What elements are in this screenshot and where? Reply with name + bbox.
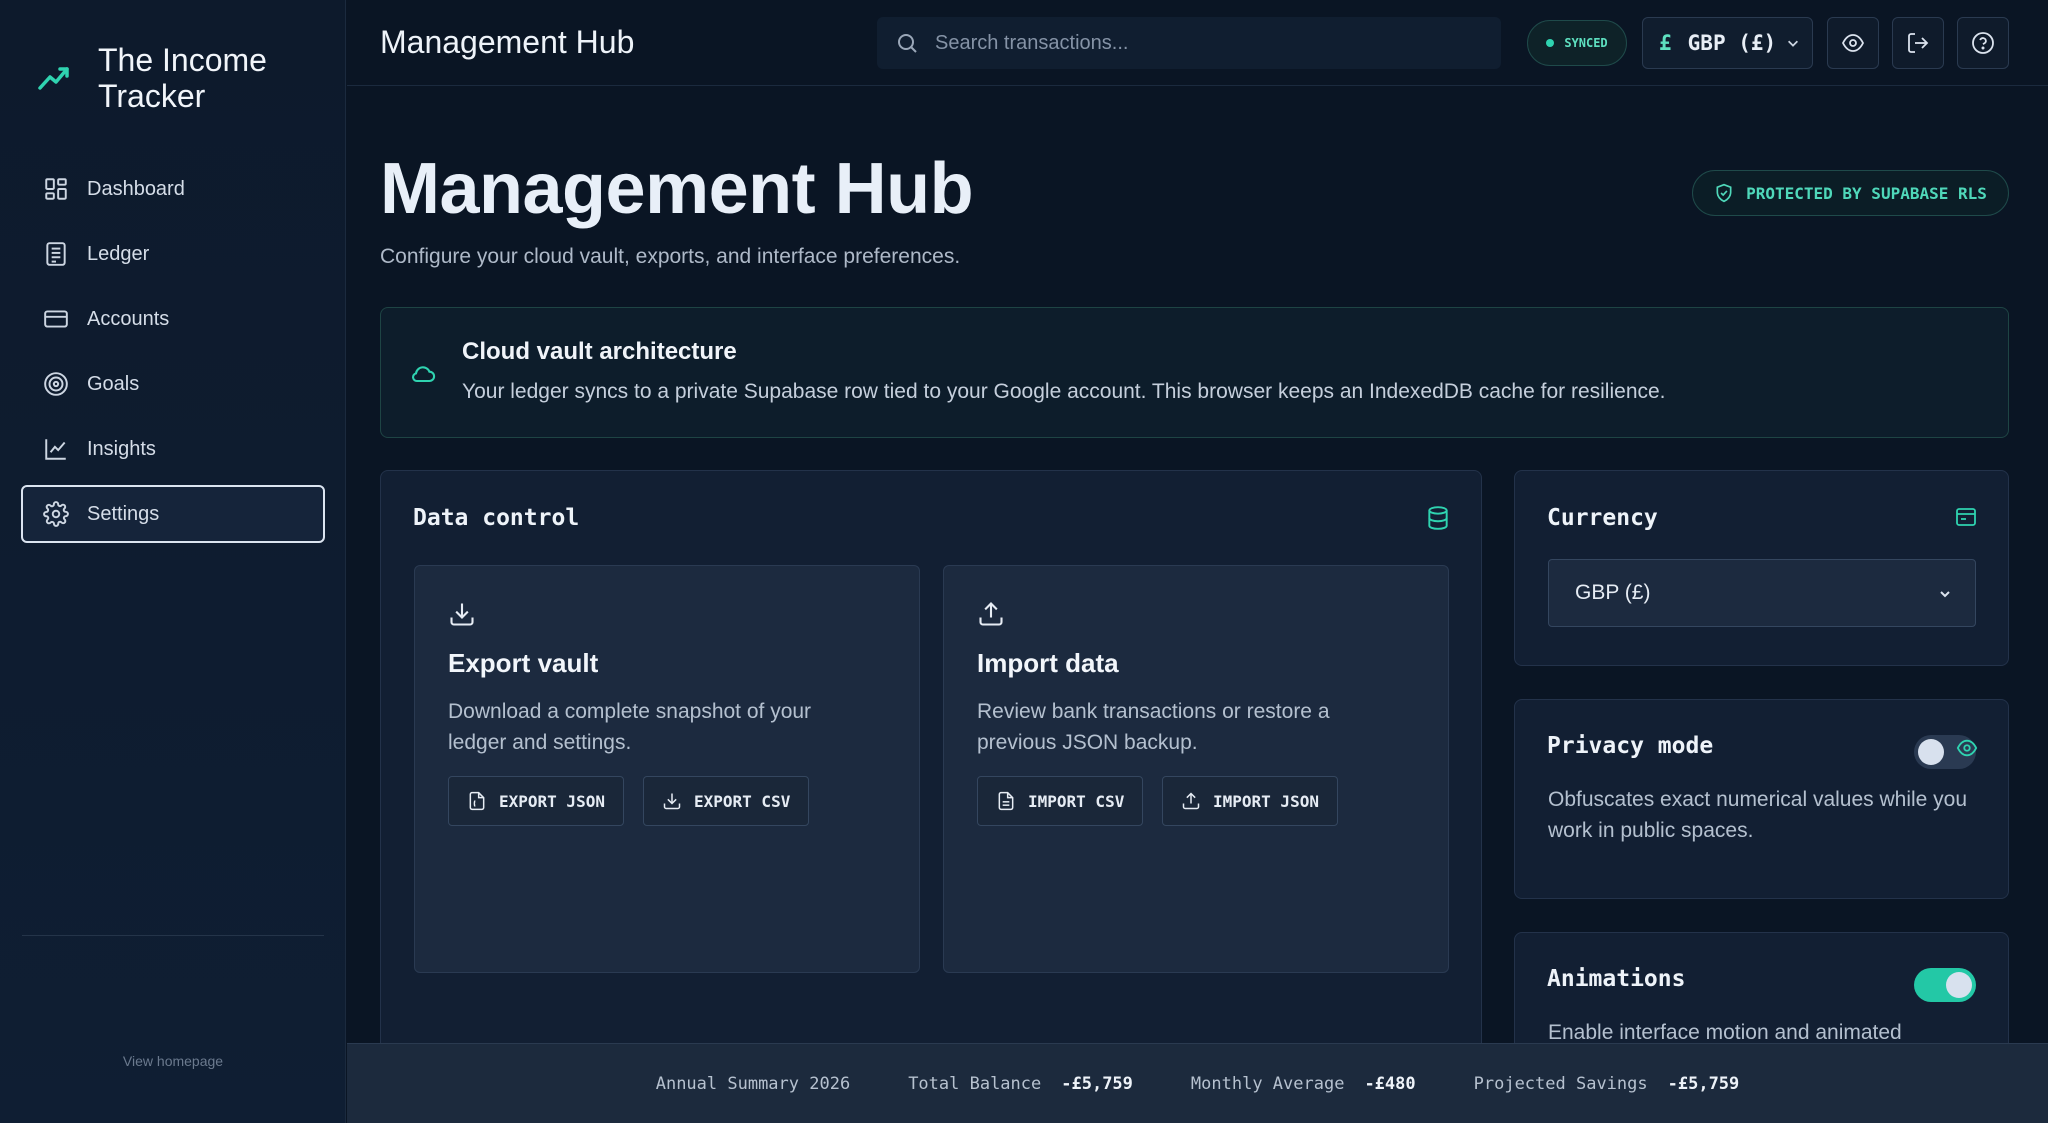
sidebar-item-insights[interactable]: Insights	[21, 420, 325, 478]
sidebar-item-label: Insights	[87, 437, 156, 460]
sidebar: The Income Tracker Dashboard Ledger Acco…	[0, 0, 346, 1123]
download-icon	[450, 603, 474, 626]
monthly-average-label: Monthly Average	[1190, 1073, 1345, 1094]
file-text-icon	[998, 791, 1014, 811]
export-csv-button[interactable]: EXPORT CSV	[643, 776, 810, 826]
import-json-button[interactable]: IMPORT JSON	[1162, 776, 1338, 826]
sidebar-item-settings[interactable]: Settings	[21, 485, 325, 543]
search-input[interactable]	[935, 31, 1455, 55]
toggle-knob	[1918, 739, 1944, 765]
logout-button[interactable]	[1892, 17, 1944, 69]
page-title: Management Hub	[380, 149, 974, 229]
currency-panel-title: Currency	[1547, 505, 1658, 531]
ledger-icon	[46, 242, 66, 266]
help-button[interactable]	[1957, 17, 2009, 69]
target-icon	[44, 372, 68, 396]
cloud-vault-notice: Cloud vault architecture Your ledger syn…	[380, 307, 2009, 438]
annual-summary-bar: Annual Summary 2026 Total Balance -£5,75…	[347, 1043, 2048, 1123]
search-icon	[898, 34, 917, 53]
sidebar-item-label: Ledger	[87, 242, 150, 265]
shield-check-icon	[1716, 183, 1732, 203]
export-vault-title: Export vault	[448, 648, 599, 678]
export-vault-description: Download a complete snapshot of your led…	[448, 700, 812, 754]
privacy-mode-description: Obfuscates exact numerical values while …	[1548, 788, 1968, 842]
currency-select[interactable]: GBP (£)	[1548, 559, 1976, 627]
sidebar-item-accounts[interactable]: Accounts	[21, 290, 325, 348]
privacy-mode-panel: Privacy mode Obfuscates exact numerical …	[1514, 699, 2009, 899]
monthly-average-value: -£480	[1364, 1073, 1416, 1094]
import-data-title: Import data	[977, 648, 1119, 678]
chevron-down-icon	[1940, 591, 1950, 598]
logout-icon	[1908, 33, 1929, 53]
projected-savings-value: -£5,759	[1667, 1073, 1740, 1094]
sidebar-item-label: Accounts	[87, 307, 170, 330]
currency-panel: Currency GBP (£)	[1514, 470, 2009, 666]
animations-toggle[interactable]	[1914, 968, 1976, 1002]
cloud-notice-text: Your ledger syncs to a private Supabase …	[462, 380, 1666, 403]
currency-selector-button[interactable]: £ GBP (£)	[1642, 17, 1813, 69]
protected-badge: PROTECTED BY SUPABASE RLS	[1692, 170, 2009, 216]
upload-icon	[1182, 792, 1200, 810]
currency-select-value: GBP (£)	[1575, 581, 1651, 604]
currency-symbol: £	[1659, 31, 1672, 55]
animations-title: Animations	[1547, 966, 1686, 992]
topbar: Management Hub SYNCED £ GBP (£)	[347, 0, 2048, 86]
help-icon	[1972, 32, 1994, 54]
total-balance-value: -£5,759	[1061, 1073, 1133, 1094]
sidebar-nav: Dashboard Ledger Accounts Goals Insights…	[21, 160, 325, 550]
privacy-mode-title: Privacy mode	[1547, 733, 1714, 759]
gear-icon	[43, 501, 69, 527]
wallet-icon	[1956, 508, 1976, 526]
import-data-description: Review bank transactions or restore a pr…	[977, 700, 1330, 754]
sidebar-item-label: Goals	[87, 372, 140, 395]
export-json-button[interactable]: EXPORT JSON	[448, 776, 624, 826]
database-icon	[1428, 506, 1448, 530]
sidebar-item-label: Dashboard	[87, 177, 185, 200]
eye-icon	[1956, 739, 1978, 757]
card-icon	[44, 310, 68, 328]
import-data-card: Import data Review bank transactions or …	[943, 565, 1449, 973]
privacy-toggle-button[interactable]	[1827, 17, 1879, 69]
search-bar[interactable]	[877, 17, 1501, 69]
data-control-panel: Data control Export vault Download a com…	[380, 470, 1482, 1123]
upload-icon	[979, 602, 1003, 626]
toggle-knob	[1946, 972, 1972, 998]
page-subtitle: Configure your cloud vault, exports, and…	[380, 245, 961, 268]
sidebar-item-label: Settings	[87, 502, 160, 525]
file-json-icon	[469, 791, 485, 811]
sidebar-item-dashboard[interactable]: Dashboard	[21, 160, 325, 218]
brand[interactable]: The Income Tracker	[36, 42, 318, 114]
sidebar-divider	[22, 935, 324, 936]
dashboard-icon	[45, 178, 67, 200]
cloud-notice-title: Cloud vault architecture	[462, 338, 737, 365]
eye-icon	[1841, 34, 1865, 52]
cloud-icon	[412, 366, 436, 383]
projected-savings-label: Projected Savings	[1473, 1073, 1648, 1094]
data-control-title: Data control	[413, 505, 580, 531]
chevron-down-icon	[1788, 40, 1799, 47]
chart-icon	[45, 439, 66, 460]
annual-summary-label: Annual Summary 2026	[655, 1073, 851, 1094]
brand-title: The Income Tracker	[98, 42, 267, 114]
total-balance-label: Total Balance	[908, 1073, 1042, 1094]
topbar-title: Management Hub	[380, 24, 635, 60]
sidebar-item-goals[interactable]: Goals	[21, 355, 325, 413]
import-csv-button[interactable]: IMPORT CSV	[977, 776, 1144, 826]
status-dot	[1546, 39, 1555, 47]
download-icon	[663, 793, 681, 810]
export-vault-card: Export vault Download a complete snapsho…	[414, 565, 920, 973]
currency-label: GBP (£)	[1687, 31, 1777, 55]
view-homepage-link[interactable]: View homepage	[0, 1053, 346, 1069]
sidebar-item-ledger[interactable]: Ledger	[21, 225, 325, 283]
trending-up-icon	[38, 67, 69, 90]
sync-status-badge: SYNCED	[1527, 20, 1627, 66]
